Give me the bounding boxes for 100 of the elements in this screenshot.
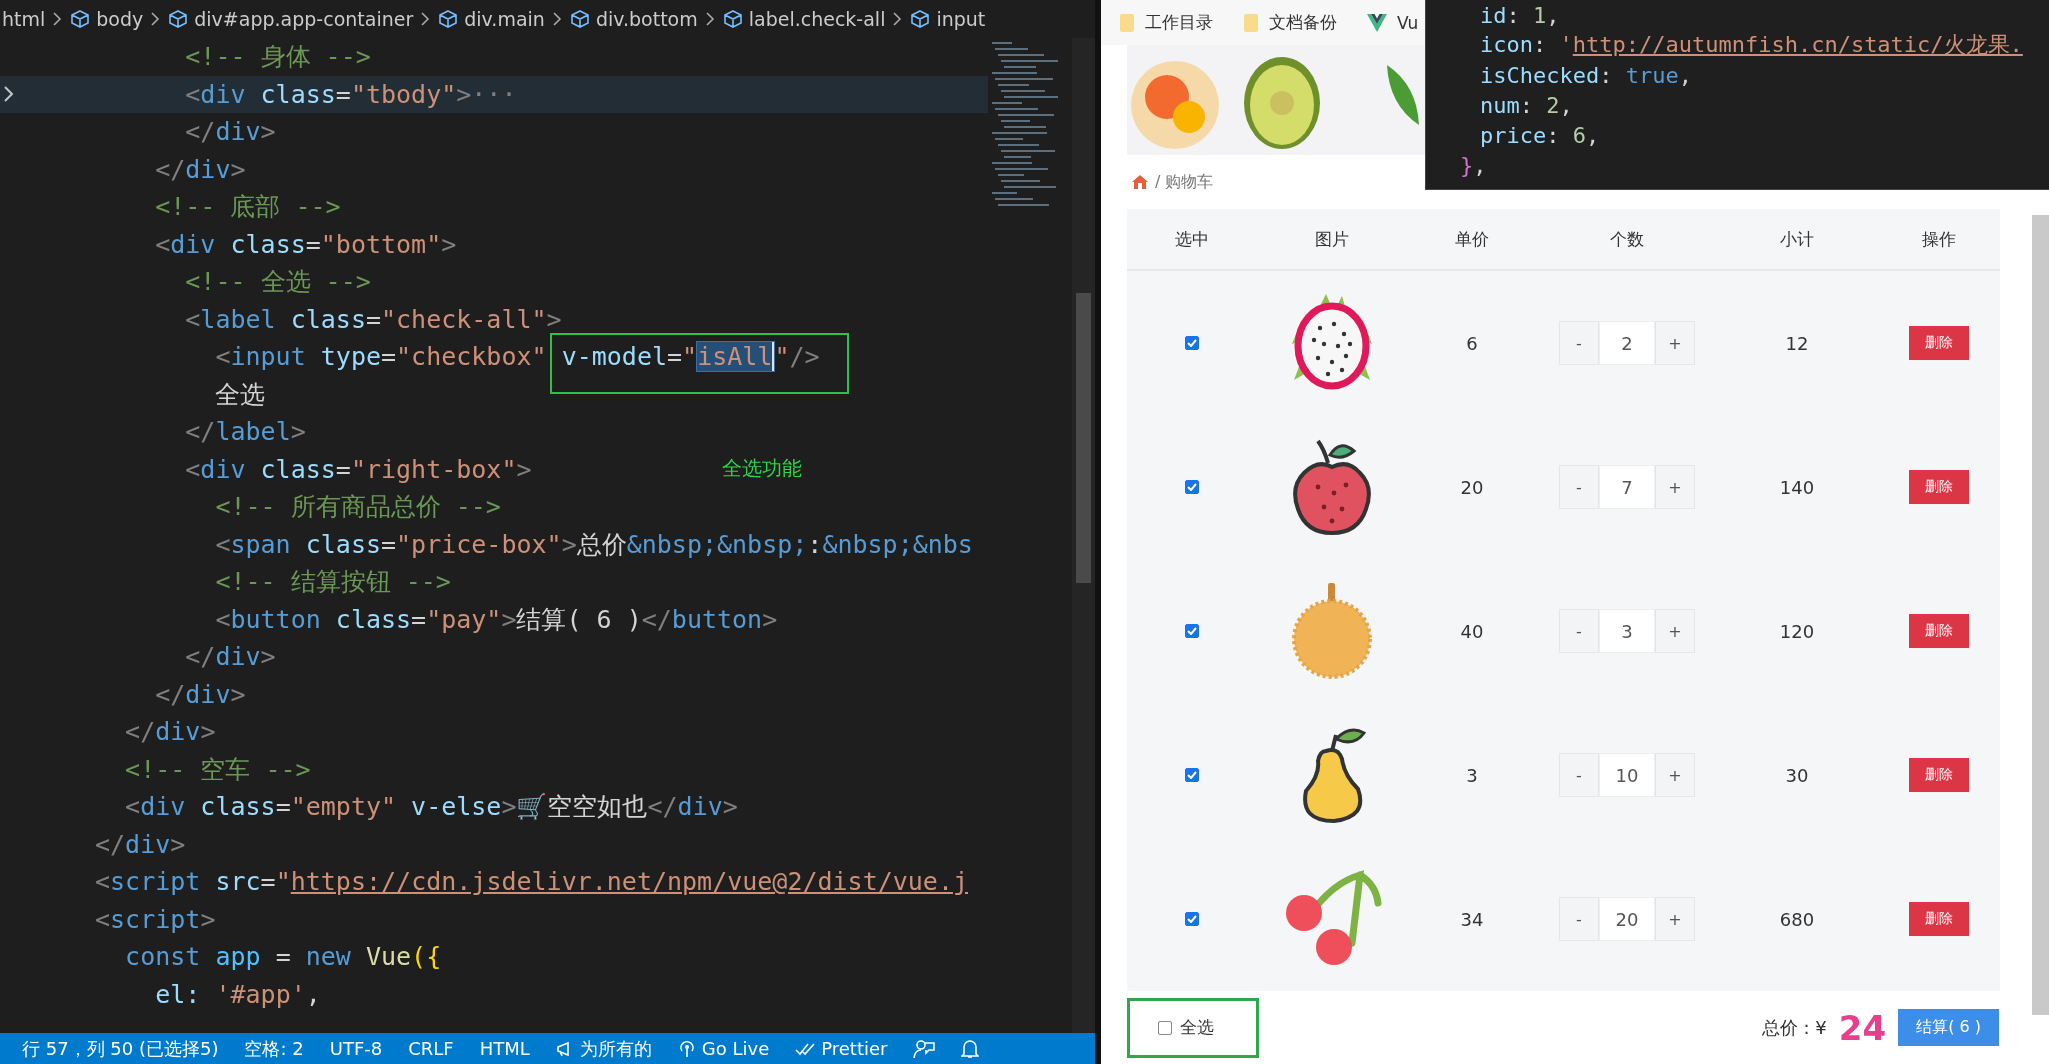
plus-button[interactable]: +	[1655, 897, 1695, 941]
column-header: 小计	[1780, 227, 1814, 251]
status-item[interactable]: Prettier	[821, 1038, 888, 1059]
code-line: <script>	[95, 904, 216, 934]
select-all-checkbox[interactable]	[1158, 1020, 1172, 1035]
subtotal-cell: 140	[1779, 476, 1815, 498]
code-line: <!-- 身体 -->	[184, 41, 371, 74]
breadcrumb-item[interactable]: input	[936, 8, 986, 30]
code-line: <div class="bottom">	[154, 229, 457, 259]
code-line: <label class="check-all">	[184, 304, 562, 334]
scrollbar-thumb[interactable]	[2032, 215, 2049, 1015]
status-item[interactable]: 为所有的	[579, 1036, 652, 1061]
quantity-field[interactable]: 2	[1599, 321, 1655, 365]
price-cell: 3	[1466, 764, 1478, 786]
status-item[interactable]: 空格: 2	[244, 1036, 304, 1061]
code-line: <input type="checkbox" v-model="isAll"/>	[214, 342, 820, 372]
feedback-icon[interactable]	[913, 1038, 936, 1059]
chevron-icon	[552, 12, 562, 26]
bookmark-link[interactable]: 文档备份	[1269, 11, 1337, 34]
row-checkbox[interactable]	[1185, 768, 1199, 782]
breadcrumb-text: / 购物车	[1155, 171, 1214, 193]
home-icon[interactable]	[1131, 173, 1149, 191]
bookmark-link[interactable]: 工作目录	[1145, 11, 1213, 34]
code-line: <!-- 空车 -->	[124, 753, 311, 786]
code-line: <button class="pay">结算( 6 )</button>	[214, 603, 778, 636]
status-item[interactable]: CRLF	[408, 1038, 454, 1059]
double-check-icon	[795, 1041, 816, 1056]
code-line: </div>	[184, 117, 276, 147]
minus-button[interactable]: -	[1559, 465, 1599, 509]
breadcrumb-item[interactable]: div.main	[464, 8, 545, 30]
scrollbar-thumb[interactable]	[1076, 293, 1091, 583]
minus-button[interactable]: -	[1559, 897, 1599, 941]
breadcrumb-item[interactable]: label.check-all	[748, 8, 886, 30]
minus-button[interactable]: -	[1559, 609, 1599, 653]
code-line: <div class="empty" v-else>🛒空空如也</div>	[124, 791, 738, 824]
plus-button[interactable]: +	[1655, 609, 1695, 653]
breadcrumb-item[interactable]: html	[2, 8, 46, 30]
row-checkbox[interactable]	[1185, 624, 1199, 638]
price-cell: 20	[1460, 476, 1484, 498]
code-line: id: 1,	[1480, 2, 1560, 28]
chevron-icon	[421, 12, 431, 26]
code-line: </div>	[95, 829, 186, 859]
row-checkbox[interactable]	[1185, 336, 1199, 350]
code-line: <!-- 全选 -->	[184, 266, 371, 299]
breadcrumb-item[interactable]: div#app.app-container	[194, 8, 414, 30]
durian-icon	[1290, 581, 1374, 681]
status-item[interactable]: HTML	[479, 1038, 530, 1059]
plus-button[interactable]: +	[1655, 753, 1695, 797]
delete-button[interactable]: 删除	[1908, 902, 1969, 936]
chevron-icon	[151, 12, 161, 26]
minus-button[interactable]: -	[1559, 753, 1599, 797]
subtotal-cell: 120	[1779, 620, 1815, 642]
delete-button[interactable]: 删除	[1908, 614, 1969, 648]
status-item[interactable]: UTF-8	[329, 1038, 383, 1059]
breadcrumb-item[interactable]: div.bottom	[595, 8, 698, 30]
code-line: el: '#app',	[154, 979, 321, 1009]
plus-button[interactable]: +	[1655, 321, 1695, 365]
quantity-field[interactable]: 3	[1599, 609, 1655, 653]
price-cell: 6	[1466, 332, 1478, 354]
quantity-field[interactable]: 7	[1599, 465, 1655, 509]
code-line: </label>	[184, 417, 306, 447]
code-line: icon: 'http://autumnfish.cn/static/火龙果.	[1480, 31, 2023, 59]
fold-chevron-icon[interactable]	[4, 86, 14, 103]
delete-button[interactable]: 删除	[1908, 326, 1969, 360]
bookmark-link[interactable]: Vu	[1397, 12, 1419, 33]
broadcast-icon	[677, 1039, 696, 1058]
price-cell: 40	[1460, 620, 1484, 642]
price-cell: 34	[1460, 908, 1484, 930]
total-value: 24	[1838, 1007, 1887, 1048]
column-header: 个数	[1610, 227, 1644, 251]
quantity-field[interactable]: 10	[1599, 753, 1655, 797]
column-header: 图片	[1315, 227, 1349, 251]
cube-icon	[569, 9, 590, 29]
minus-button[interactable]: -	[1559, 321, 1599, 365]
code-line: </div>	[184, 642, 276, 672]
delete-button[interactable]: 删除	[1908, 758, 1969, 792]
code-line: </div>	[154, 154, 246, 184]
code-line: },	[1460, 152, 1487, 178]
cube-icon	[70, 9, 91, 29]
column-header: 选中	[1175, 227, 1209, 251]
cube-icon	[438, 9, 459, 29]
breadcrumb-item[interactable]: body	[96, 8, 144, 30]
row-checkbox[interactable]	[1185, 480, 1199, 494]
code-line: num: 2,	[1480, 92, 1573, 118]
code-line: const app = new Vue({	[124, 942, 442, 972]
status-item[interactable]: Go Live	[701, 1038, 770, 1059]
code-line: 全选	[214, 378, 266, 411]
annotation-note: 全选功能	[722, 454, 802, 482]
bell-icon[interactable]	[961, 1038, 980, 1059]
folder-icon	[1243, 12, 1259, 33]
row-checkbox[interactable]	[1185, 912, 1199, 926]
quantity-field[interactable]: 20	[1599, 897, 1655, 941]
code-line: <!-- 所有商品总价 -->	[214, 491, 501, 524]
code-line: <!-- 底部 -->	[154, 191, 341, 224]
select-all-label[interactable]: 全选	[1180, 1016, 1214, 1039]
vue-logo-icon	[1367, 13, 1387, 32]
status-item[interactable]: 行 57，列 50 (已选择5)	[22, 1036, 219, 1061]
delete-button[interactable]: 删除	[1908, 470, 1969, 504]
subtotal-cell: 12	[1785, 332, 1809, 354]
plus-button[interactable]: +	[1655, 465, 1695, 509]
